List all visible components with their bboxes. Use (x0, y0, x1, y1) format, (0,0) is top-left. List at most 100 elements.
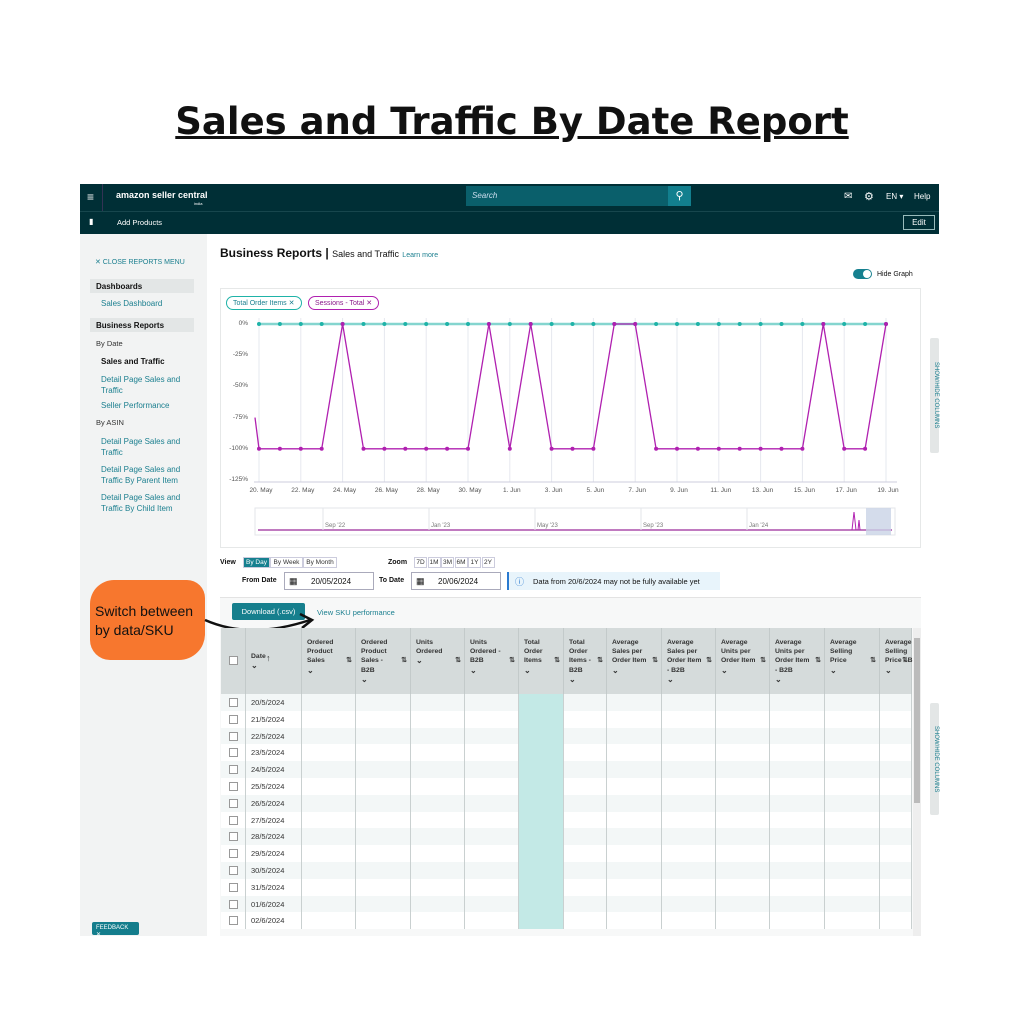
data-point[interactable] (884, 322, 888, 326)
data-point[interactable] (591, 322, 596, 326)
show-hide-columns-tab[interactable]: SHOW/HIDE COLUMNS (930, 338, 939, 453)
sort-icon[interactable]: ⇅ (346, 656, 352, 665)
chevron-down-icon[interactable]: ⌄ (775, 675, 819, 686)
sort-icon[interactable]: ⇅ (902, 656, 908, 665)
data-point[interactable] (821, 322, 826, 326)
data-point[interactable] (863, 446, 868, 451)
data-point[interactable] (257, 446, 261, 451)
data-point[interactable] (340, 322, 345, 326)
data-point[interactable] (319, 446, 324, 451)
data-point[interactable] (319, 322, 324, 326)
sort-icon[interactable]: ⇅ (597, 656, 603, 665)
data-point[interactable] (298, 322, 303, 326)
data-point[interactable] (361, 322, 366, 326)
data-point[interactable] (758, 322, 763, 326)
sort-icon[interactable]: ⇅ (652, 656, 658, 665)
chevron-down-icon[interactable]: ⌄ (612, 666, 656, 677)
column-header[interactable]: Average Sales per Order Item - B2B ⇅ ⌄ (662, 628, 716, 694)
zoom-option-1Y[interactable]: 1Y (468, 557, 481, 568)
to-date-input[interactable]: ▦ 20/06/2024 (411, 572, 501, 590)
chevron-down-icon[interactable]: ⌄ (307, 666, 350, 677)
data-point[interactable] (612, 322, 617, 326)
data-point[interactable] (507, 322, 512, 326)
sort-icon[interactable]: ⇅ (401, 656, 407, 665)
data-point[interactable] (654, 446, 659, 451)
column-header[interactable]: Total Order Items - B2B ⇅ ⌄ (564, 628, 607, 694)
data-point[interactable] (779, 446, 784, 451)
column-header[interactable]: Average Selling Price - B ⇅ ⌄ (880, 628, 913, 694)
view-option-by-month[interactable]: By Month (303, 557, 337, 568)
data-point[interactable] (654, 322, 659, 326)
data-point[interactable] (842, 322, 847, 326)
data-point[interactable] (382, 322, 387, 326)
data-point[interactable] (675, 446, 679, 451)
sort-icon[interactable]: ⇅ (509, 656, 515, 665)
sort-icon[interactable]: ⇅ (815, 656, 821, 665)
navigator-selection-handle[interactable] (866, 508, 891, 535)
data-point[interactable] (403, 322, 408, 326)
chevron-down-icon[interactable]: ⌄ (721, 666, 764, 677)
data-point[interactable] (361, 446, 366, 451)
column-header[interactable]: Average Selling Price ⇅ ⌄ (825, 628, 880, 694)
data-point[interactable] (403, 446, 408, 451)
data-point[interactable] (591, 446, 596, 451)
chevron-down-icon[interactable]: ⌄ (569, 675, 601, 686)
data-point[interactable] (737, 446, 742, 451)
calendar-icon[interactable]: ▦ (416, 576, 425, 587)
column-header[interactable]: Ordered Product Sales ⇅ ⌄ (302, 628, 356, 694)
data-point[interactable] (424, 322, 429, 326)
column-header[interactable]: Average Units per Order Item - B2B ⇅ ⌄ (770, 628, 825, 694)
data-point[interactable] (779, 322, 784, 326)
zoom-option-3M[interactable]: 3M (441, 557, 454, 568)
chevron-down-icon[interactable]: ⌄ (361, 675, 405, 686)
data-point[interactable] (424, 446, 429, 451)
zoom-option-6M[interactable]: 6M (454, 557, 468, 568)
zoom-option-1M[interactable]: 1M (427, 557, 441, 568)
data-point[interactable] (716, 446, 721, 451)
data-point[interactable] (549, 446, 554, 451)
data-point[interactable] (675, 322, 679, 326)
zoom-option-2Y[interactable]: 2Y (481, 557, 495, 568)
column-header[interactable]: Average Units per Order Item ⇅ ⌄ (716, 628, 770, 694)
data-point[interactable] (257, 322, 261, 326)
data-point[interactable] (800, 322, 805, 326)
data-point[interactable] (758, 446, 763, 451)
data-point[interactable] (695, 322, 700, 326)
zoom-option-7D[interactable]: 7D (414, 557, 427, 568)
data-point[interactable] (466, 322, 470, 326)
data-point[interactable] (445, 322, 450, 326)
calendar-icon[interactable]: ▦ (289, 576, 298, 587)
from-date-input[interactable]: ▦ 20/05/2024 (284, 572, 374, 590)
data-point[interactable] (277, 446, 282, 451)
data-point[interactable] (695, 446, 700, 451)
data-point[interactable] (466, 446, 470, 451)
view-option-by-week[interactable]: By Week (270, 557, 303, 568)
table-scrollbar[interactable] (913, 628, 921, 936)
column-header[interactable]: Total Order Items ⇅ ⌄ (519, 628, 564, 694)
data-point[interactable] (716, 322, 721, 326)
show-hide-columns-tab[interactable]: SHOW/HIDE COLUMNS (930, 703, 939, 815)
chevron-down-icon[interactable]: ⌄ (416, 656, 459, 667)
chevron-down-icon[interactable]: ⌄ (470, 666, 513, 677)
data-point[interactable] (298, 446, 303, 451)
sort-icon[interactable]: ⇅ (870, 656, 876, 665)
sort-ascending-icon[interactable]: ↑ (266, 652, 298, 664)
chevron-down-icon[interactable]: ⌄ (524, 666, 558, 677)
view-option-by-day[interactable]: By Day (243, 557, 270, 568)
sort-icon[interactable]: ⇅ (760, 656, 766, 665)
column-header[interactable]: Date ↑ ⌄ (246, 628, 302, 694)
data-point[interactable] (445, 446, 450, 451)
sort-icon[interactable]: ⇅ (554, 656, 560, 665)
sort-icon[interactable]: ⇅ (455, 656, 461, 665)
data-point[interactable] (507, 446, 512, 451)
data-point[interactable] (382, 446, 387, 451)
chevron-down-icon[interactable]: ⌄ (885, 666, 906, 677)
data-point[interactable] (800, 446, 805, 451)
data-point[interactable] (570, 322, 575, 326)
data-point[interactable] (570, 446, 575, 451)
chevron-down-icon[interactable]: ⌄ (830, 666, 874, 677)
view-sku-performance-link[interactable]: View SKU performance (317, 608, 395, 617)
data-point[interactable] (842, 446, 847, 451)
data-point[interactable] (633, 322, 638, 326)
chevron-down-icon[interactable]: ⌄ (667, 675, 710, 686)
